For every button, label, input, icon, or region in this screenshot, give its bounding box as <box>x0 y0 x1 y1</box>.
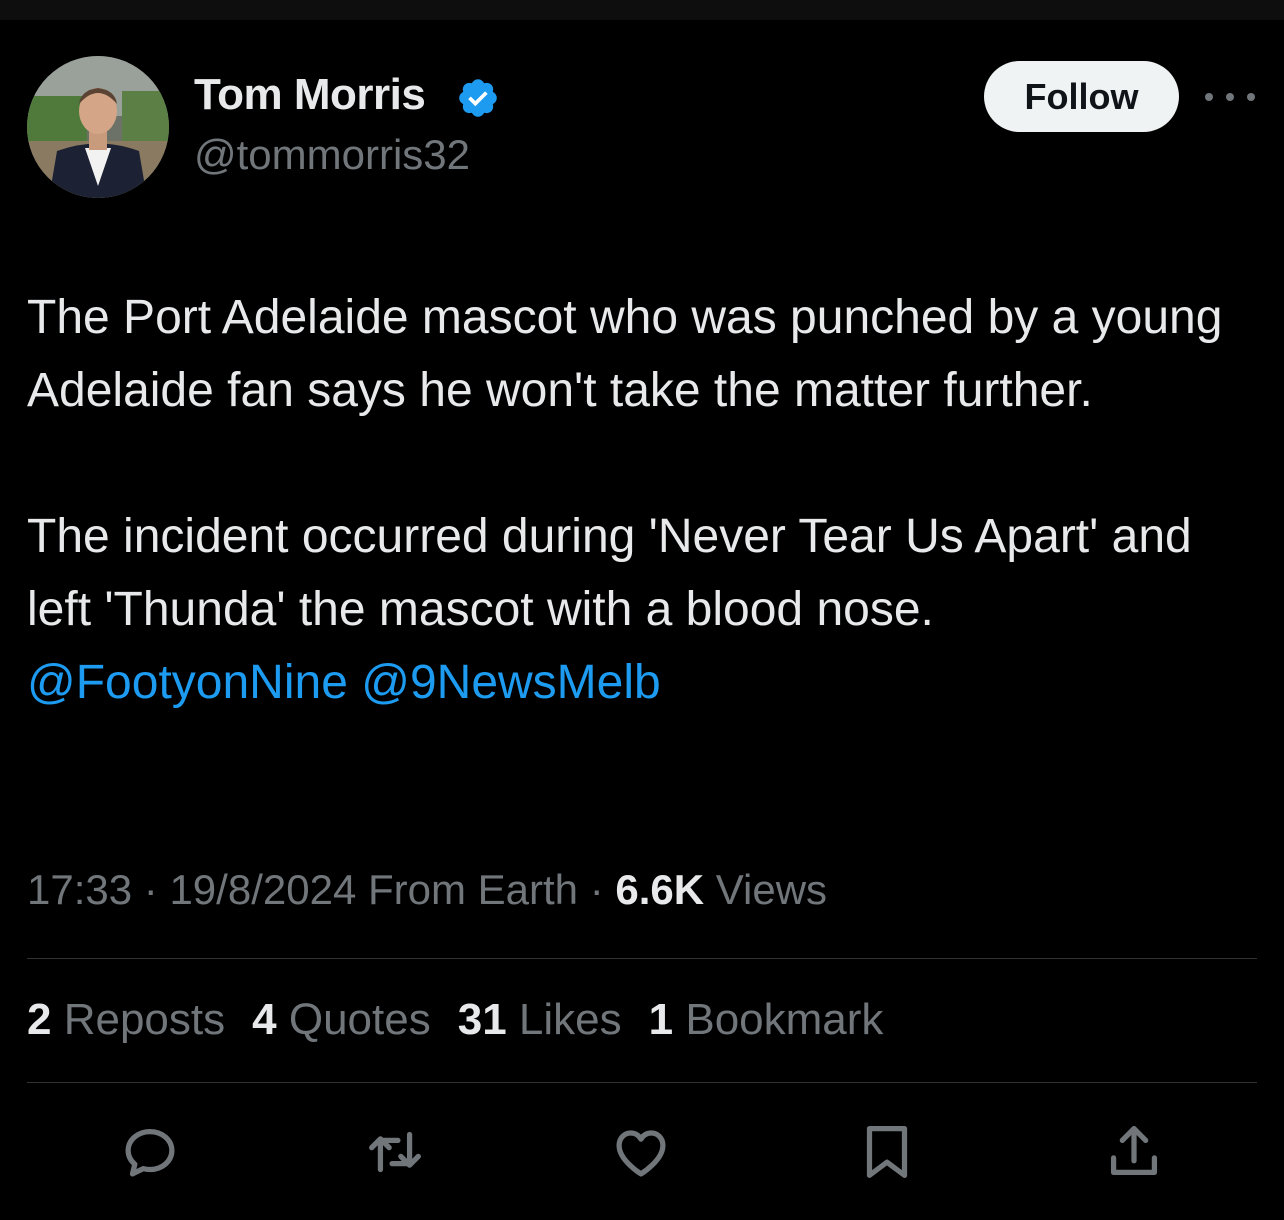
author-name[interactable]: Tom Morris <box>194 70 426 120</box>
status-bar-strip <box>0 0 1284 20</box>
meta-separator: · <box>143 866 158 913</box>
stat-count: 4 <box>252 995 277 1044</box>
tweet-date[interactable]: 19/8/2024 <box>169 866 356 913</box>
mention-link[interactable]: @9NewsMelb <box>361 656 660 709</box>
like-icon[interactable] <box>606 1117 676 1187</box>
meta-separator: · <box>589 866 604 913</box>
dot <box>1205 93 1213 101</box>
avatar[interactable] <box>27 56 169 198</box>
stat-count: 31 <box>457 995 507 1044</box>
tweet-paragraph: The incident occurred during 'Never Tear… <box>27 500 1257 719</box>
likes-stat[interactable]: 31 Likes <box>458 995 622 1045</box>
quotes-stat[interactable]: 4 Quotes <box>252 995 431 1045</box>
dot <box>1226 93 1234 101</box>
repost-icon[interactable] <box>360 1117 430 1187</box>
mention-link[interactable]: @FootyonNine <box>27 656 348 709</box>
more-options-icon[interactable] <box>1205 80 1255 114</box>
stat-label: Reposts <box>63 995 226 1044</box>
stat-count: 1 <box>648 995 674 1044</box>
stat-label: Bookmark <box>685 995 884 1044</box>
divider <box>27 1082 1257 1083</box>
follow-button[interactable]: Follow <box>984 61 1179 132</box>
tweet-paragraph: The Port Adelaide mascot who was punched… <box>27 291 1223 417</box>
views-label: Views <box>715 866 828 913</box>
engagement-stats: 2 Reposts 4 Quotes 31 Likes 1 Bookmark <box>27 995 883 1045</box>
stat-count: 2 <box>27 995 52 1044</box>
bookmarks-stat[interactable]: 1 Bookmark <box>649 995 884 1045</box>
author-handle[interactable]: @tommorris32 <box>194 131 470 179</box>
tweet-text: The Port Adelaide mascot who was punched… <box>27 281 1257 719</box>
tweet-time[interactable]: 17:33 <box>27 866 132 913</box>
verified-badge-icon <box>459 79 497 117</box>
tweet-paragraph-text: The incident occurred during 'Never Tear… <box>27 510 1192 636</box>
divider <box>27 958 1257 959</box>
dot <box>1247 93 1255 101</box>
tweet-meta: 17:33 · 19/8/2024 From Earth · 6.6K View… <box>27 866 827 914</box>
share-icon[interactable] <box>1099 1117 1169 1187</box>
reply-icon[interactable] <box>115 1117 185 1187</box>
stat-label: Quotes <box>288 995 431 1044</box>
views-count: 6.6K <box>615 866 705 913</box>
reposts-stat[interactable]: 2 Reposts <box>27 995 225 1045</box>
tweet-source: From Earth <box>367 866 579 913</box>
bookmark-icon[interactable] <box>852 1117 922 1187</box>
stat-label: Likes <box>518 995 622 1044</box>
